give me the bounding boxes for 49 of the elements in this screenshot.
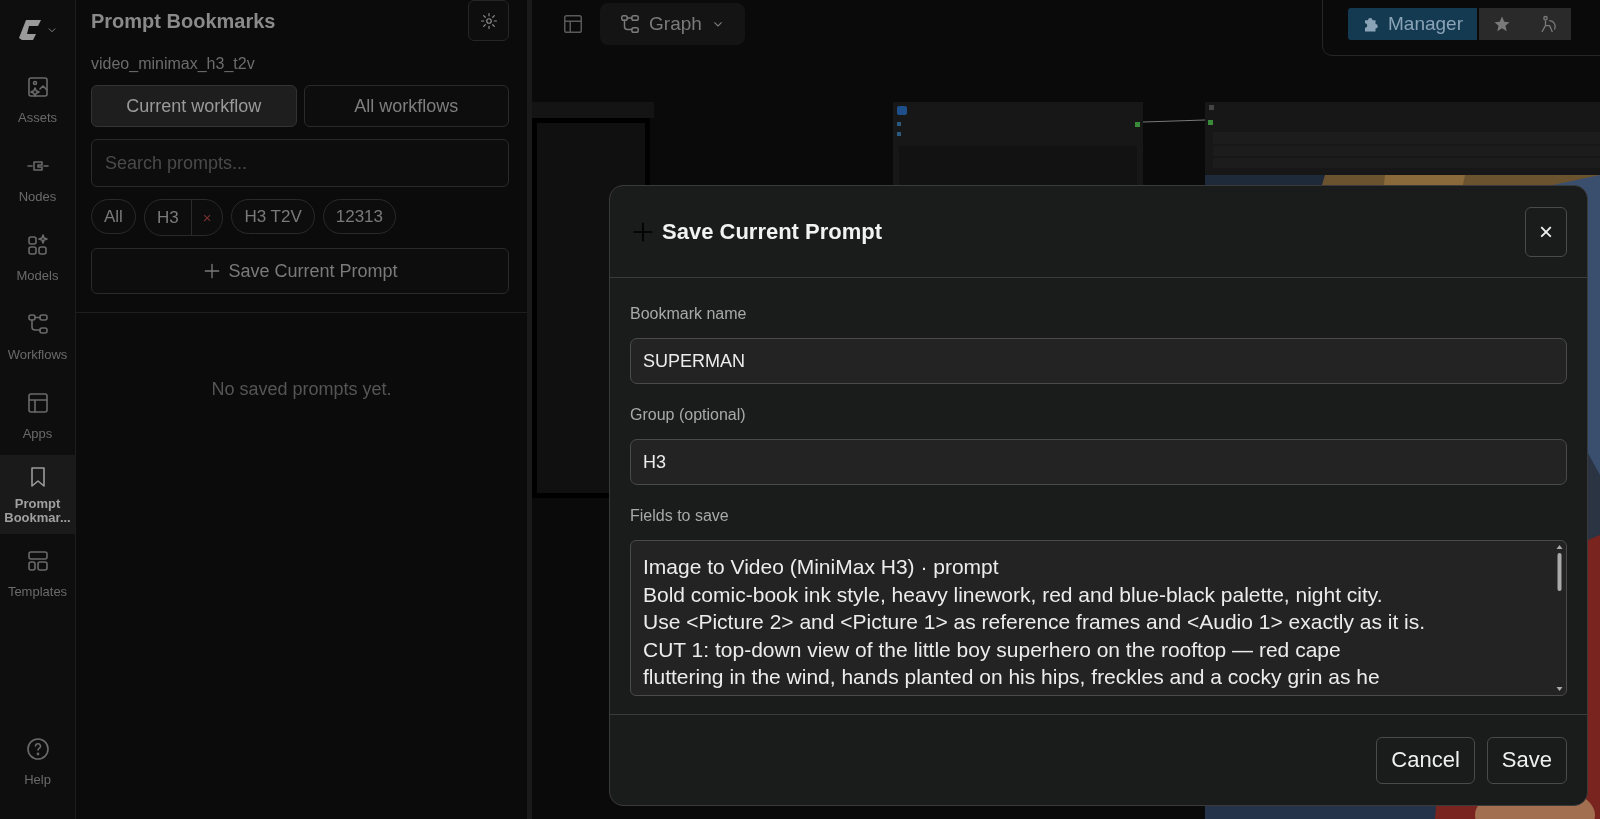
prompt-text-area[interactable]: Image to Video (MiniMax H3) · prompt Bold comic-book ink style, heavy linework, red and blue-black palette, night city. Use <Picture 2> and <Picture 1> as reference frames and <Audio 1> exactly as it is. CUT 1: top-down view of the little boy superhero on the rooftop — red cape fluttering in the wind, hands planted on his hips, freckles and a cocky grin as he bbox=[630, 540, 1567, 696]
dialog-button[interactable]: Cancel bbox=[1376, 736, 1475, 784]
settings-button[interactable] bbox=[468, 0, 509, 41]
sidebar-item[interactable]: Apps bbox=[0, 376, 75, 455]
sparkle-grid-icon bbox=[25, 232, 50, 257]
input-field[interactable]: SUPERMAN bbox=[630, 338, 1567, 384]
field-label: Bookmark name bbox=[630, 305, 748, 323]
sidebar-item[interactable]: Nodes bbox=[0, 139, 75, 218]
panel-title: Prompt Bookmarks bbox=[91, 10, 276, 33]
tag-chip[interactable]: H3 T2V bbox=[231, 199, 315, 234]
help-icon bbox=[25, 736, 50, 761]
tag-chip[interactable]: H3 × bbox=[143, 199, 224, 236]
sidebar-item[interactable]: Templates bbox=[0, 534, 75, 613]
search-field[interactable]: Search prompts... bbox=[91, 139, 509, 187]
flow-icon bbox=[25, 311, 50, 336]
app-logo[interactable] bbox=[16, 17, 43, 43]
dialog-title: Save Current Prompt bbox=[662, 218, 883, 245]
sidebar-item[interactable]: Prompt Bookmar... bbox=[0, 455, 75, 534]
filter-tab[interactable]: Current workflow bbox=[91, 85, 297, 127]
settings-icon bbox=[479, 11, 498, 30]
tag-chip[interactable]: 12313 bbox=[322, 199, 396, 234]
flow-icon bbox=[619, 13, 642, 35]
sidebar-item[interactable]: Assets bbox=[0, 60, 75, 139]
filter-tab[interactable]: All workflows bbox=[303, 85, 509, 127]
workflow-name: video_minimax_h3_t2v bbox=[91, 55, 256, 73]
scrollbar[interactable] bbox=[1555, 544, 1564, 692]
connector-line bbox=[1143, 118, 1205, 124]
template-icon bbox=[25, 548, 50, 573]
dialog-button[interactable]: Save bbox=[1486, 736, 1567, 784]
sidebar-item[interactable]: Models bbox=[0, 218, 75, 297]
input-field[interactable]: H3 bbox=[630, 439, 1567, 485]
empty-message: No saved prompts yet. bbox=[211, 379, 392, 400]
puzzle-icon bbox=[1362, 15, 1380, 33]
manager-button[interactable]: Manager bbox=[1348, 8, 1477, 40]
close-button[interactable]: × bbox=[1525, 206, 1567, 257]
layout-icon bbox=[562, 13, 584, 35]
help-button[interactable]: Help bbox=[0, 722, 75, 801]
save-prompt-button[interactable]: Save Current Prompt bbox=[91, 248, 509, 294]
field-label: Fields to save bbox=[630, 507, 730, 525]
tag-chip[interactable]: All bbox=[91, 199, 136, 234]
tool-button[interactable] bbox=[1525, 8, 1571, 40]
star-icon bbox=[1493, 15, 1511, 33]
star-button[interactable] bbox=[1479, 8, 1525, 40]
layout-icon bbox=[25, 390, 50, 415]
sidebar-item[interactable]: Workflows bbox=[0, 297, 75, 376]
tag-label[interactable]: H3 bbox=[144, 200, 192, 235]
view-dropdown[interactable]: Graph bbox=[600, 3, 745, 45]
field-label: Group (optional) bbox=[630, 406, 747, 424]
image-icon bbox=[25, 74, 50, 99]
